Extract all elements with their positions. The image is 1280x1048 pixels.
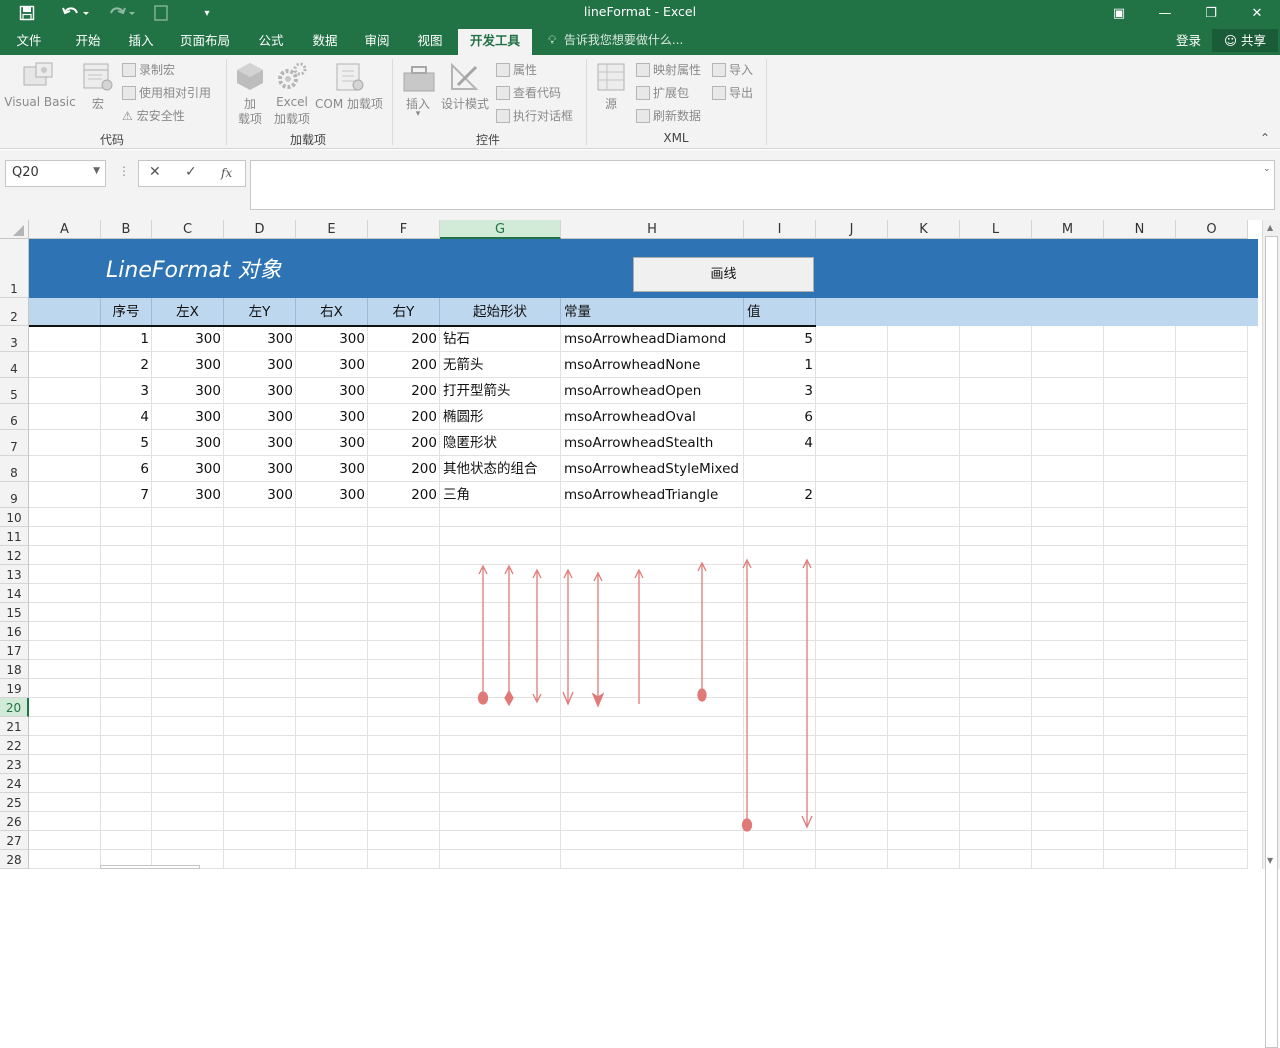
arrow-line-oval[interactable] bbox=[477, 564, 489, 705]
formula-buttons: ✕ ✓ fx bbox=[138, 160, 246, 187]
arrow-lines-drawing bbox=[477, 558, 813, 832]
arrow-line-long-oval[interactable] bbox=[741, 558, 753, 832]
tab-page-layout[interactable]: 页面布局 bbox=[172, 26, 238, 55]
relative-ref-icon bbox=[122, 86, 136, 100]
arrow-line-long-open[interactable] bbox=[801, 558, 813, 829]
design-mode-icon bbox=[448, 61, 480, 96]
group-label-code: 代码 bbox=[99, 133, 124, 147]
tell-me-search[interactable]: 💡︎ 告诉我您想要做什么... bbox=[548, 26, 683, 55]
tell-me-text: 告诉我您想要做什么... bbox=[563, 33, 684, 47]
ribbon-display-icon[interactable]: ▣ bbox=[1096, 0, 1142, 26]
scroll-thumb[interactable] bbox=[1265, 236, 1278, 1048]
ribbon-separator bbox=[766, 59, 767, 145]
ribbon: Visual Basic 宏 录制宏 使用相对引用 ⚠ 宏安全性 代码 加 载项 … bbox=[0, 55, 1280, 149]
title-bar: ▾ lineFormat - Excel ▣ — ❐ ✕ bbox=[0, 0, 1280, 26]
arrow-line-stealth[interactable] bbox=[591, 571, 605, 708]
close-button[interactable]: ✕ bbox=[1234, 0, 1280, 26]
refresh-data-button[interactable]: 刷新数据 bbox=[636, 107, 701, 124]
formula-bar-grip-icon: ⋮ bbox=[118, 164, 130, 178]
scroll-down-icon[interactable]: ▼ bbox=[1267, 856, 1273, 865]
toolbox-icon bbox=[402, 63, 436, 96]
lightbulb-icon: 💡︎ bbox=[548, 33, 557, 47]
visual-basic-button[interactable]: Visual Basic bbox=[2, 95, 78, 109]
scroll-up-icon[interactable]: ▲ bbox=[1267, 223, 1273, 232]
xml-export-button[interactable]: 导出 bbox=[712, 84, 753, 101]
share-button[interactable]: ☺︎ 共享 bbox=[1212, 29, 1278, 52]
xml-import-button[interactable]: 导入 bbox=[712, 61, 753, 78]
gear-icon bbox=[276, 61, 308, 96]
tab-insert[interactable]: 插入 bbox=[118, 26, 164, 55]
sheet-tab-strip[interactable] bbox=[100, 865, 200, 869]
collapse-ribbon-icon[interactable]: ⌃ bbox=[1260, 131, 1270, 145]
record-macro-icon bbox=[122, 63, 136, 77]
window-title: lineFormat - Excel bbox=[583, 4, 697, 19]
group-label-xml: XML bbox=[663, 131, 689, 145]
expansion-pack-button[interactable]: 扩展包 bbox=[636, 84, 689, 101]
tab-view[interactable]: 视图 bbox=[407, 26, 453, 55]
expansion-pack-icon bbox=[636, 86, 650, 100]
name-box[interactable]: Q20 ▼ bbox=[5, 160, 106, 187]
macro-button[interactable]: 宏 bbox=[84, 95, 112, 112]
group-label-controls: 控件 bbox=[475, 133, 500, 147]
macro-security-button[interactable]: ⚠ 宏安全性 bbox=[122, 107, 185, 124]
arrow-line-open[interactable] bbox=[562, 568, 574, 706]
chevron-down-icon[interactable]: ▼ bbox=[93, 166, 100, 176]
group-label-addins: 加载项 bbox=[289, 133, 326, 147]
cancel-icon[interactable]: ✕ bbox=[149, 164, 161, 180]
arrow-line-diamond[interactable] bbox=[504, 564, 514, 707]
insert-function-icon[interactable]: fx bbox=[221, 166, 232, 180]
formula-input[interactable] bbox=[250, 160, 1275, 210]
tab-developer[interactable]: 开发工具 bbox=[458, 29, 532, 55]
visual-basic-icon bbox=[22, 61, 56, 96]
excel-addins-line2[interactable]: 加载项 bbox=[270, 110, 314, 127]
worksheet-grid[interactable]: A B C D E F G H I J K L M N O 1 2 3 4 5 … bbox=[0, 220, 1262, 869]
refresh-icon bbox=[636, 109, 650, 123]
map-properties-button[interactable]: 映射属性 bbox=[636, 61, 701, 78]
chevron-down-icon: ▾ bbox=[415, 109, 421, 119]
map-properties-icon bbox=[636, 63, 650, 77]
relative-ref-button[interactable]: 使用相对引用 bbox=[122, 84, 211, 101]
tab-home[interactable]: 开始 bbox=[64, 26, 112, 55]
enter-icon[interactable]: ✓ bbox=[185, 164, 197, 180]
tab-data[interactable]: 数据 bbox=[302, 26, 348, 55]
arrow-line-triangle[interactable] bbox=[532, 568, 542, 704]
login-link[interactable]: 登录 bbox=[1176, 26, 1201, 55]
excel-addins-line1[interactable]: Excel bbox=[270, 95, 314, 109]
com-addins-icon bbox=[334, 61, 366, 96]
vertical-scrollbar[interactable]: ▲ ▼ bbox=[1262, 220, 1280, 1048]
person-icon: ☺︎ bbox=[1223, 33, 1238, 48]
ribbon-tabs: 文件 开始 插入 页面布局 公式 数据 审阅 视图 开发工具 💡︎ 告诉我您想要… bbox=[0, 26, 1280, 55]
import-icon bbox=[712, 63, 726, 77]
macro-icon bbox=[82, 61, 114, 96]
run-dialog-button[interactable]: 执行对话框 bbox=[496, 107, 573, 124]
warning-icon: ⚠ bbox=[122, 109, 133, 123]
restore-button[interactable]: ❐ bbox=[1188, 0, 1234, 26]
addins-icon bbox=[234, 61, 266, 94]
tab-formulas[interactable]: 公式 bbox=[248, 26, 294, 55]
arrow-line-oval-2[interactable] bbox=[697, 561, 707, 702]
record-macro-button[interactable]: 录制宏 bbox=[122, 61, 175, 78]
view-code-button[interactable]: 查看代码 bbox=[496, 84, 561, 101]
arrow-line-none[interactable] bbox=[634, 568, 644, 704]
tab-review[interactable]: 审阅 bbox=[354, 26, 400, 55]
xml-source-icon bbox=[596, 61, 626, 96]
run-dialog-icon bbox=[496, 109, 510, 123]
ribbon-separator bbox=[226, 59, 227, 145]
tab-file[interactable]: 文件 bbox=[8, 26, 50, 55]
com-addins-button[interactable]: COM 加载项 bbox=[315, 95, 383, 112]
design-mode-button[interactable]: 设计模式 bbox=[438, 95, 492, 112]
ribbon-separator bbox=[586, 59, 587, 145]
addins-button-line2[interactable]: 载项 bbox=[234, 110, 266, 127]
minimize-button[interactable]: — bbox=[1142, 0, 1188, 26]
formula-bar: Q20 ▼ ⋮ ✕ ✓ fx ⌄ bbox=[0, 150, 1280, 220]
export-icon bbox=[712, 86, 726, 100]
properties-button[interactable]: 属性 bbox=[496, 61, 537, 78]
view-code-icon bbox=[496, 86, 510, 100]
ribbon-separator bbox=[392, 59, 393, 145]
xml-source-button[interactable]: 源 bbox=[596, 95, 626, 112]
expand-formula-icon[interactable]: ⌄ bbox=[1263, 164, 1271, 174]
properties-icon bbox=[496, 63, 510, 77]
